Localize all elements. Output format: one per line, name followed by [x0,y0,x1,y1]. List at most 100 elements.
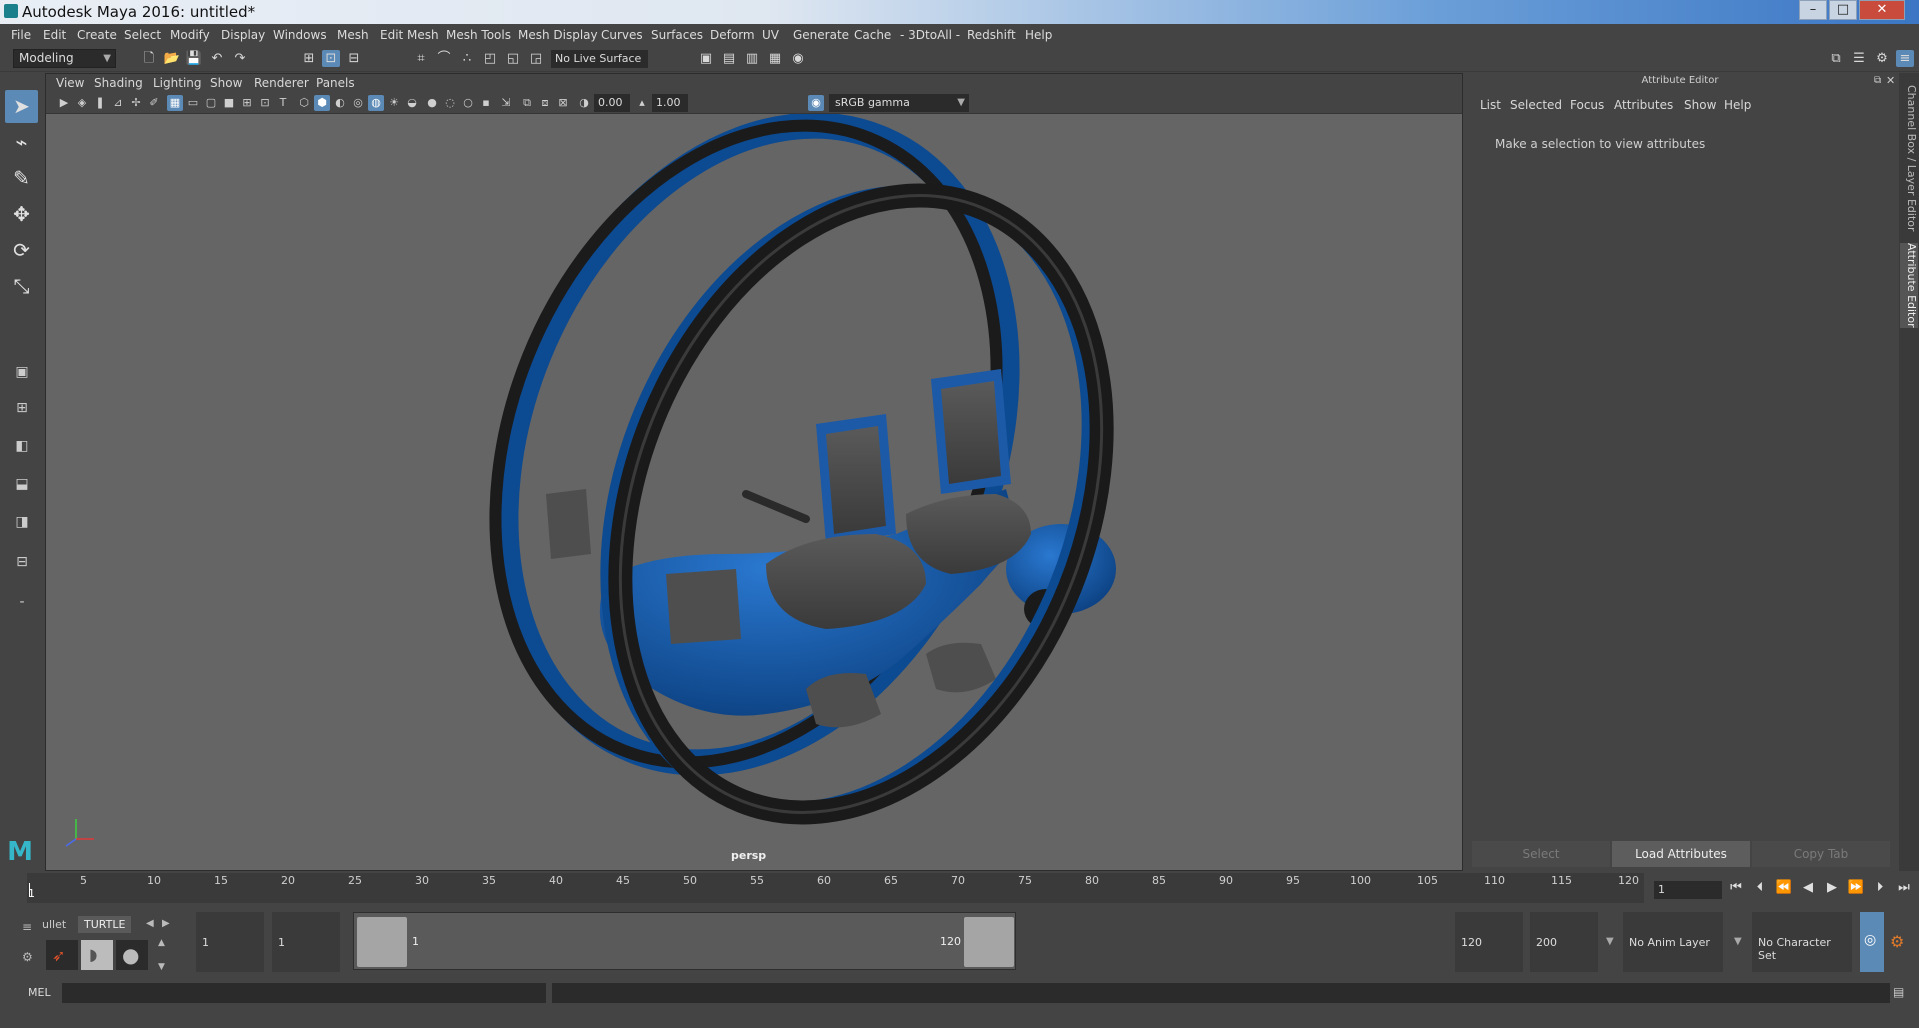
image-plane-icon[interactable]: ⊿ [110,95,126,111]
all-lights-icon[interactable]: ☀ [386,95,402,111]
gamma-icon[interactable]: ▴ [634,95,650,111]
viewport-menu-show[interactable]: Show [210,76,242,90]
camera-attributes-icon[interactable]: ◈ [74,95,90,111]
menu-mesh-tools[interactable]: Mesh Tools [446,28,511,42]
menu-cache[interactable]: Cache [854,28,891,42]
persp-hypershade-layout-icon[interactable]: ◨ [7,510,37,534]
viewport-menu-panels[interactable]: Panels [316,76,355,90]
step-back-key-icon[interactable]: ⏪ [1774,878,1794,898]
lasso-tool-icon[interactable]: ⌁ [5,126,38,159]
tool-settings-icon[interactable]: ⚙ [1873,50,1891,67]
render-view-icon[interactable]: ▣ [697,50,715,67]
snap-curve-icon[interactable]: ⌒ [435,50,453,67]
shelf-tab-bullet[interactable]: ullet [36,916,72,933]
open-scene-icon[interactable]: 📂 [163,50,181,67]
resolution-gate-icon[interactable]: ▢ [203,95,219,111]
menu-edit-mesh[interactable]: Edit Mesh [380,28,439,42]
step-back-frame-icon[interactable]: ⏴ [1750,878,1770,898]
single-perspective-layout-icon[interactable]: ▣ [7,360,37,384]
playback-start-field[interactable]: 1 [272,912,340,972]
turtle-settings-icon[interactable]: ◗ [81,940,113,970]
isolate-select-icon[interactable]: ⇲ [498,95,514,111]
multisample-aa-icon[interactable]: ○ [460,95,476,111]
smooth-shade-icon[interactable]: ⬢ [314,95,330,111]
paint-select-tool-icon[interactable]: ✎ [5,162,38,195]
copy-tab-button[interactable]: Copy Tab [1752,841,1890,867]
rotate-tool-icon[interactable]: ⟳ [5,234,38,267]
use-default-lighting-icon[interactable]: ◍ [368,95,384,111]
snap-surface-icon[interactable]: ◱ [504,50,522,67]
grid-toggle-icon[interactable]: ▦ [167,95,183,111]
range-start-handle[interactable] [357,917,407,967]
wireframe-on-shaded-icon[interactable]: ◐ [332,95,348,111]
menu-display[interactable]: Display [221,28,265,42]
viewport-menu-shading[interactable]: Shading [94,76,143,90]
menu-curves[interactable]: Curves [601,28,643,42]
viewport-menu-view[interactable]: View [56,76,84,90]
xray-active-icon[interactable]: ⊠ [555,95,571,111]
snap-vertex-icon[interactable]: ◲ [527,50,545,67]
shelf-tab-turtle[interactable]: TURTLE [78,916,132,933]
field-chart-icon[interactable]: ⊞ [239,95,255,111]
persp-graph-layout-icon[interactable]: ⬓ [7,472,37,496]
menu-select[interactable]: Select [124,28,161,42]
redo-icon[interactable]: ↷ [231,50,249,67]
shelf-settings-icon[interactable]: ⚙ [22,950,33,964]
script-editor-icon[interactable]: ▤ [1893,985,1904,999]
menu-redshift[interactable]: Redshift [967,28,1016,42]
playback-end-field[interactable]: 120 [1455,912,1523,972]
attr-menu-focus[interactable]: Focus [1570,98,1604,112]
view-transform-dropdown[interactable]: sRGB gamma ▼ [829,94,969,112]
undo-icon[interactable]: ↶ [208,50,226,67]
menu-mesh[interactable]: Mesh [337,28,369,42]
animation-preferences-icon[interactable]: ⚙ [1890,932,1904,951]
command-input[interactable] [62,983,546,1003]
shadows-icon[interactable]: ◒ [404,95,420,111]
exposure-field[interactable]: 0.00 [594,94,630,112]
chevron-down-icon[interactable]: ▼ [1734,936,1742,947]
xray-joints-icon[interactable]: ⧈ [537,95,553,111]
float-panel-icon[interactable]: ⧉ [1874,75,1881,86]
snap-grid-icon[interactable]: ⌗ [412,50,430,67]
safe-action-icon[interactable]: ⊡ [257,95,273,111]
save-scene-icon[interactable]: 💾 [185,50,203,67]
menu-file[interactable]: File [11,28,31,42]
select-button[interactable]: Select [1472,841,1610,867]
range-slider-track[interactable]: 1 120 [353,912,1016,970]
screen-space-ao-icon[interactable]: ● [424,95,440,111]
tab-attribute-editor[interactable]: Attribute Editor [1900,243,1918,328]
current-frame-field[interactable]: 1 [1654,881,1722,899]
close-panel-icon[interactable]: ✕ [1886,74,1895,87]
step-forward-key-icon[interactable]: ⏩ [1846,878,1866,898]
select-object-icon[interactable]: ⊡ [322,50,340,67]
menu-uv[interactable]: UV [762,28,779,42]
move-tool-icon[interactable]: ✥ [5,198,38,231]
menu-surfaces[interactable]: Surfaces [651,28,703,42]
viewport-menu-lighting[interactable]: Lighting [153,76,202,90]
turtle-bake-icon[interactable]: ➶ [46,940,78,970]
select-hierarchy-icon[interactable]: ⊞ [300,50,318,67]
channel-box-toggle-icon[interactable]: ≡ [1896,50,1914,67]
four-view-layout-icon[interactable]: ⊞ [7,396,37,420]
character-set-dropdown[interactable]: No Character Set [1752,912,1852,972]
select-tool-icon[interactable]: ➤ [5,90,38,123]
attr-menu-show[interactable]: Show [1684,98,1716,112]
shelf-menu-icon[interactable]: ≡ [22,920,32,934]
attr-menu-attributes[interactable]: Attributes [1614,98,1673,112]
hypershade-icon[interactable]: ◉ [789,50,807,67]
safe-title-icon[interactable]: T [275,95,291,111]
turtle-sphere-icon[interactable]: ● [116,940,148,970]
range-end-handle[interactable] [964,917,1014,967]
film-gate-icon[interactable]: ▭ [185,95,201,111]
persp-outliner-layout-icon[interactable]: ◧ [7,434,37,458]
play-forwards-icon[interactable]: ▶ [1822,878,1842,898]
viewport-menu-renderer[interactable]: Renderer [254,76,309,90]
grease-pencil-icon[interactable]: ✐ [146,95,162,111]
menu-mesh-display[interactable]: Mesh Display [518,28,598,42]
menu-edit[interactable]: Edit [43,28,66,42]
persp-texture-layout-icon[interactable]: ⊟ [7,550,37,574]
render-frame-icon[interactable]: ▤ [720,50,738,67]
snap-view-icon[interactable]: ◰ [481,50,499,67]
menu-windows[interactable]: Windows [273,28,327,42]
menu-set-dropdown[interactable]: Modeling ▼ [13,49,116,68]
